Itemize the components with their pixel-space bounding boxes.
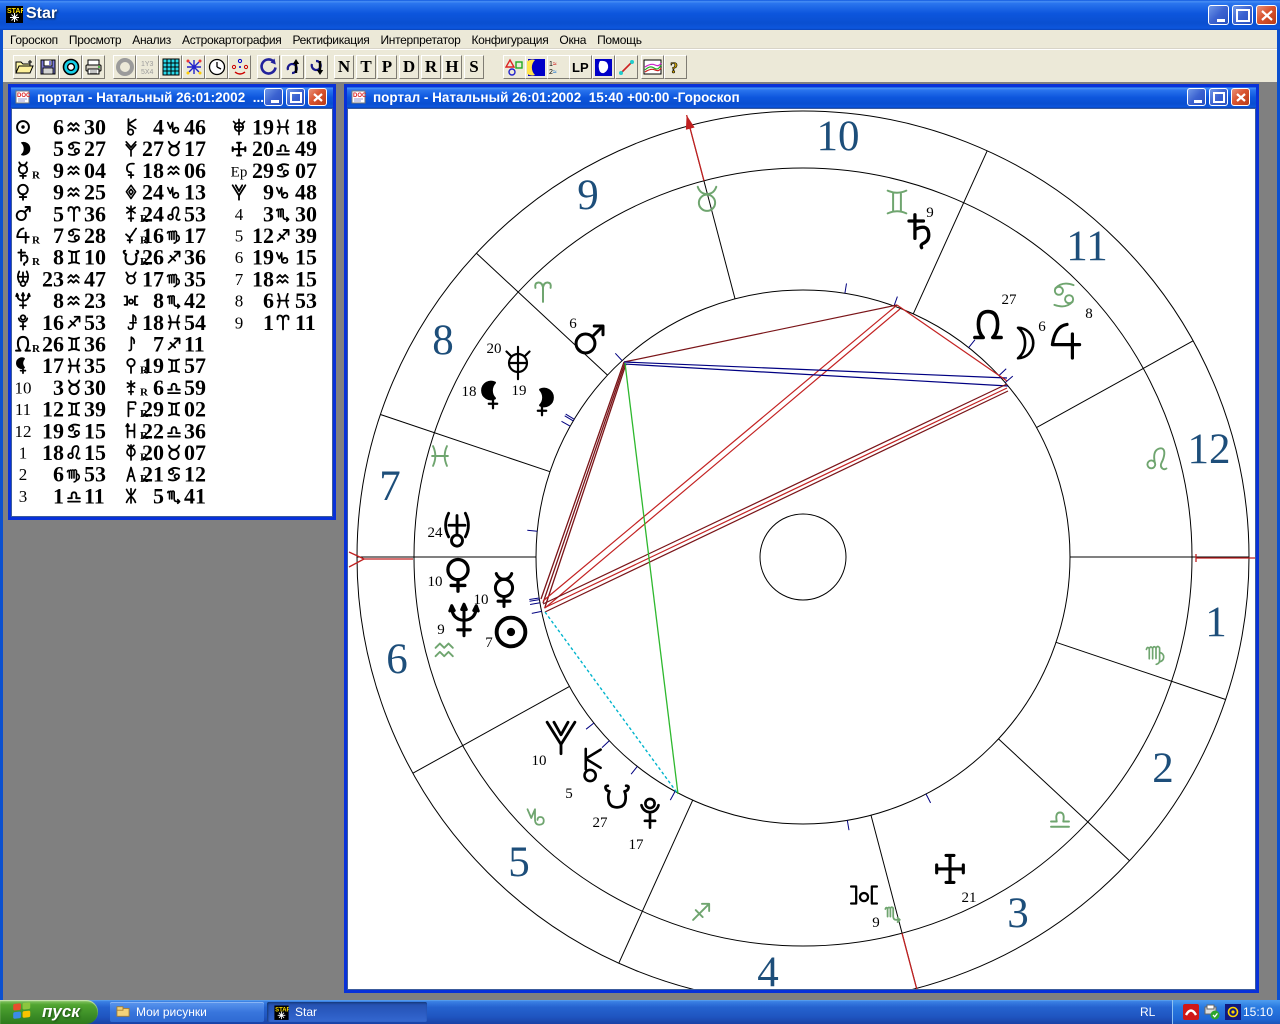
- svg-text:9: 9: [577, 172, 599, 219]
- svg-text:LP: LP: [572, 60, 589, 75]
- svg-text:10: 10: [428, 574, 443, 590]
- svg-text:6: 6: [235, 248, 244, 267]
- svg-text:DOC: DOC: [17, 93, 31, 99]
- svg-text:8: 8: [1085, 306, 1093, 322]
- svg-text:6: 6: [386, 636, 408, 683]
- svg-text:11: 11: [295, 310, 316, 335]
- svg-text:R: R: [32, 256, 41, 268]
- svg-text:11: 11: [1066, 223, 1107, 270]
- svg-text:24: 24: [428, 525, 444, 541]
- svg-text:9: 9: [926, 205, 934, 221]
- svg-text:6: 6: [1038, 319, 1046, 335]
- svg-text:27: 27: [1002, 292, 1018, 308]
- svg-text:6: 6: [569, 316, 577, 332]
- svg-text:11: 11: [84, 483, 105, 508]
- svg-text:Ер: Ер: [231, 164, 248, 180]
- svg-text:?: ?: [670, 60, 678, 76]
- svg-text:7: 7: [235, 270, 244, 289]
- svg-text:R: R: [32, 169, 41, 181]
- svg-text:12: 12: [1188, 426, 1231, 473]
- svg-text:10: 10: [817, 113, 860, 160]
- svg-text:1: 1: [1205, 599, 1227, 646]
- svg-text:11: 11: [15, 400, 31, 419]
- svg-text:17: 17: [629, 837, 645, 853]
- svg-text:1≈: 1≈: [549, 61, 557, 68]
- svg-text:1: 1: [19, 444, 28, 463]
- svg-text:18: 18: [462, 384, 477, 400]
- svg-text:R: R: [32, 343, 41, 355]
- svg-text:5X4: 5X4: [141, 69, 154, 75]
- svg-text:2: 2: [1152, 745, 1174, 792]
- svg-text:8: 8: [432, 317, 454, 364]
- svg-text:10: 10: [532, 753, 547, 769]
- svg-text:10: 10: [15, 378, 32, 397]
- svg-text:DOC: DOC: [353, 93, 367, 99]
- svg-text:8: 8: [235, 292, 244, 311]
- svg-text:3: 3: [19, 487, 28, 506]
- svg-text:4: 4: [235, 205, 244, 224]
- svg-text:9: 9: [872, 915, 880, 931]
- svg-text:2: 2: [19, 465, 28, 484]
- svg-text:27: 27: [593, 815, 609, 831]
- svg-text:1: 1: [263, 310, 274, 335]
- svg-text:9: 9: [437, 622, 445, 638]
- svg-text:1Y3: 1Y3: [141, 61, 154, 68]
- svg-text:1: 1: [53, 483, 64, 508]
- svg-text:7: 7: [379, 463, 401, 510]
- svg-text:R: R: [32, 235, 41, 247]
- svg-text:9: 9: [235, 313, 244, 332]
- svg-text:19: 19: [512, 383, 527, 399]
- svg-text:12: 12: [15, 422, 32, 441]
- svg-text:5: 5: [508, 839, 530, 886]
- svg-text:4: 4: [757, 949, 779, 989]
- svg-text:20: 20: [487, 341, 502, 357]
- svg-text:21: 21: [962, 890, 977, 906]
- svg-text:41: 41: [184, 483, 206, 508]
- svg-text:5: 5: [235, 227, 244, 246]
- svg-text:5: 5: [565, 786, 573, 802]
- svg-text:2≈: 2≈: [549, 69, 557, 76]
- svg-text:3: 3: [1007, 890, 1029, 937]
- svg-text:7: 7: [485, 635, 493, 651]
- svg-text:5: 5: [153, 483, 164, 508]
